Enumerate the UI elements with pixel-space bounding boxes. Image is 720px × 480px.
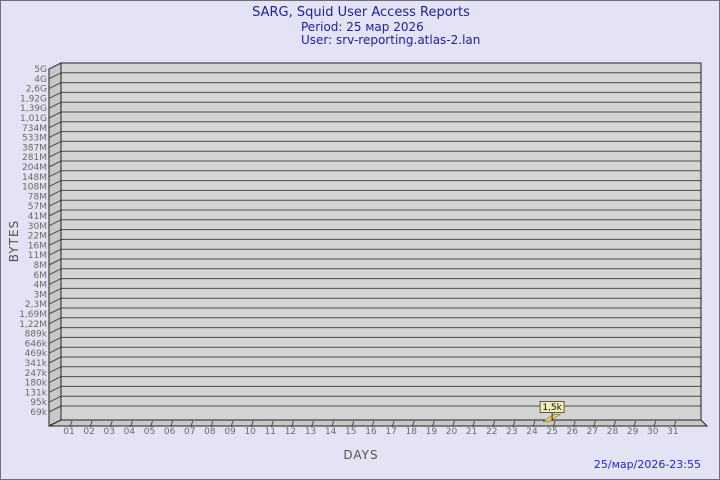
- y-tick-label: 469k: [25, 349, 48, 359]
- y-tick-label: 131k: [25, 388, 48, 398]
- y-tick-label: 4G: [34, 75, 47, 85]
- y-tick-label: 2,3M: [25, 300, 47, 310]
- x-tick-label: 07: [184, 427, 195, 437]
- y-tick-label: 247k: [25, 369, 48, 379]
- x-tick-label: 26: [567, 427, 579, 437]
- y-tick-label: 1,69M: [19, 310, 47, 320]
- x-tick-label: 27: [587, 427, 598, 437]
- y-tick-label: 8M: [34, 261, 48, 271]
- x-tick-label: 21: [466, 427, 477, 437]
- y-tick-label: 57M: [28, 202, 47, 212]
- y-tick-label: 78M: [28, 192, 47, 202]
- x-tick-label: 24: [526, 427, 538, 437]
- y-tick-label: 5G: [34, 65, 47, 75]
- y-tick-label: 341k: [25, 359, 48, 369]
- y-tick-label: 108M: [22, 183, 47, 193]
- y-tick-label: 180k: [25, 379, 48, 389]
- chart-floor: [48, 419, 709, 427]
- x-tick-label: 09: [224, 427, 236, 437]
- y-tick-label: 889k: [25, 330, 48, 340]
- y-tick-label: 2,6G: [26, 85, 47, 95]
- x-tick-label: 14: [325, 427, 337, 437]
- y-tick-label: 3M: [34, 290, 48, 300]
- y-tick-label: 1,22M: [19, 320, 47, 330]
- chart-canvas: 5G4G2,6G1,92G1,39G1,01G734M533M387M281M2…: [19, 62, 709, 437]
- x-tick-label: 18: [405, 427, 417, 437]
- x-tick-label: 25: [546, 427, 557, 437]
- y-axis-labels: 5G4G2,6G1,92G1,39G1,01G734M533M387M281M2…: [19, 65, 48, 418]
- y-axis-title: BYTES: [7, 219, 21, 263]
- x-axis-title: DAYS: [343, 448, 379, 462]
- y-tick-label: 69k: [30, 408, 47, 418]
- y-tick-label: 6M: [34, 271, 48, 281]
- x-tick-label: 23: [506, 427, 517, 437]
- x-tick-label: 13: [305, 427, 316, 437]
- x-tick-label: 31: [667, 427, 678, 437]
- x-tick-label: 11: [265, 427, 276, 437]
- y-tick-label: 646k: [25, 339, 48, 349]
- y-tick-label: 204M: [22, 163, 47, 173]
- y-tick-label: 30M: [28, 222, 47, 232]
- y-tick-label: 148M: [22, 173, 47, 183]
- y-tick-label: 16M: [28, 241, 47, 251]
- x-tick-label: 22: [486, 427, 497, 437]
- y-tick-label: 1,01G: [20, 114, 47, 124]
- x-tick-label: 17: [385, 427, 396, 437]
- x-tick-label: 28: [607, 427, 619, 437]
- y-tick-label: 11M: [28, 251, 47, 261]
- y-tick-label: 4M: [34, 281, 48, 291]
- x-tick-label: 20: [446, 427, 458, 437]
- x-tick-label: 02: [83, 427, 94, 437]
- x-tick-label: 06: [164, 427, 176, 437]
- x-tick-label: 05: [144, 427, 155, 437]
- x-tick-label: 04: [124, 427, 136, 437]
- y-tick-label: 95k: [30, 398, 47, 408]
- y-tick-label: 533M: [22, 134, 47, 144]
- x-tick-label: 10: [244, 427, 256, 437]
- x-tick-label: 19: [426, 427, 438, 437]
- x-tick-label: 16: [365, 427, 377, 437]
- x-tick-label: 03: [104, 427, 115, 437]
- x-tick-label: 29: [627, 427, 639, 437]
- x-tick-label: 30: [647, 427, 659, 437]
- y-tick-label: 1,92G: [20, 94, 47, 104]
- y-tick-label: 281M: [22, 153, 47, 163]
- y-tick-label: 22M: [28, 232, 47, 242]
- y-tick-label: 734M: [22, 124, 47, 134]
- x-tick-label: 08: [204, 427, 216, 437]
- x-tick-label: 12: [285, 427, 296, 437]
- y-tick-label: 1,39G: [20, 104, 47, 114]
- x-tick-label: 15: [345, 427, 356, 437]
- report-timestamp: 25/мар/2026-23:55: [593, 458, 701, 471]
- x-tick-label: 01: [63, 427, 74, 437]
- y-tick-label: 387M: [22, 143, 47, 153]
- sarg-report-page: SARG, Squid User Access Reports Period: …: [0, 0, 720, 480]
- y-tick-label: 41M: [28, 212, 47, 222]
- annotation-value-label: 1,5k: [542, 403, 562, 413]
